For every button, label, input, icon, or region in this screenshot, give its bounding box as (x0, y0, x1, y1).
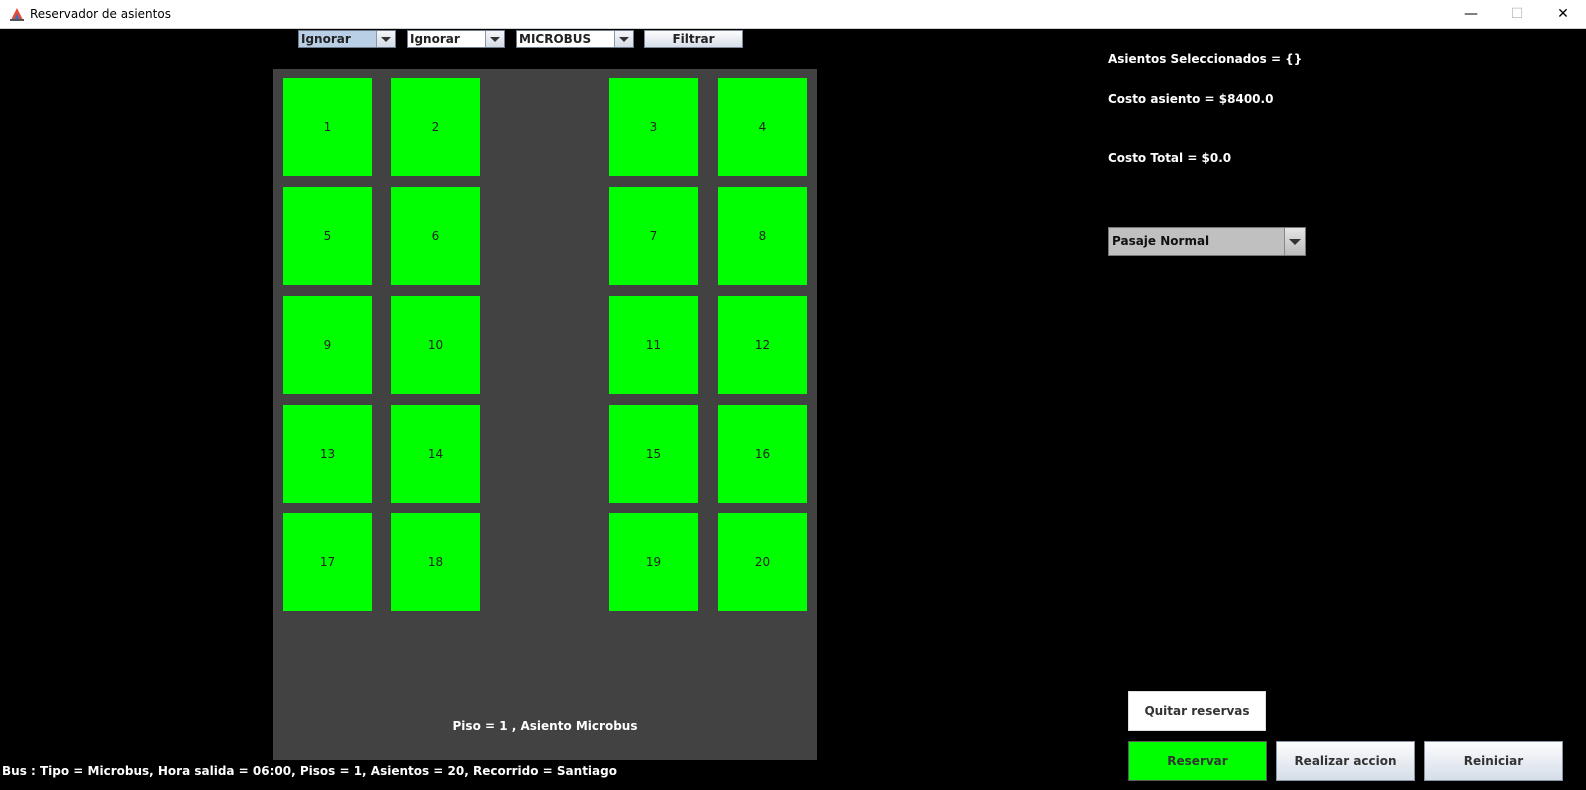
chevron-down-icon[interactable] (614, 31, 633, 47)
chevron-down-icon[interactable] (376, 31, 395, 47)
filter-combo-2[interactable]: Ignorar (407, 30, 505, 48)
seat-button[interactable]: 18 (391, 513, 480, 611)
seat-button[interactable]: 12 (718, 296, 807, 394)
filter-combo-2-value: Ignorar (408, 31, 486, 47)
bus-seat-panel: 1 2 3 4 5 6 7 8 9 10 11 12 13 14 15 16 1… (273, 69, 817, 760)
total-cost-label: Costo Total = $0.0 (1108, 151, 1232, 165)
window-title: Reservador de asientos (30, 7, 171, 21)
chevron-down-icon[interactable] (1284, 228, 1305, 255)
ticket-type-value: Pasaje Normal (1112, 234, 1210, 248)
ticket-type-select[interactable]: Pasaje Normal (1108, 227, 1306, 256)
seat-button[interactable]: 15 (609, 405, 698, 503)
maximize-button[interactable]: ☐ (1494, 0, 1540, 28)
seat-button[interactable]: 16 (718, 405, 807, 503)
restart-button[interactable]: Reiniciar (1424, 741, 1563, 781)
seat-button[interactable]: 17 (283, 513, 372, 611)
seat-button[interactable]: 8 (718, 187, 807, 285)
seat-button[interactable]: 2 (391, 78, 480, 176)
seat-button[interactable]: 10 (391, 296, 480, 394)
filter-combo-1[interactable]: Ignorar (298, 30, 396, 48)
filter-combo-1-value: Ignorar (299, 31, 377, 47)
seat-button[interactable]: 19 (609, 513, 698, 611)
seat-button[interactable]: 1 (283, 78, 372, 176)
filter-combo-3[interactable]: MICROBUS (516, 30, 634, 48)
filter-button[interactable]: Filtrar (644, 30, 743, 48)
filter-combo-3-value: MICROBUS (517, 31, 615, 47)
seat-button[interactable]: 20 (718, 513, 807, 611)
chevron-down-icon[interactable] (485, 31, 504, 47)
title-bar: Reservador de asientos — ☐ ✕ (0, 0, 1586, 29)
seat-cost-label: Costo asiento = $8400.0 (1108, 92, 1274, 106)
seat-button[interactable]: 11 (609, 296, 698, 394)
floor-label: Piso = 1 , Asiento Microbus (452, 719, 638, 733)
remove-reservations-button[interactable]: Quitar reservas (1128, 691, 1266, 731)
seat-button[interactable]: 13 (283, 405, 372, 503)
selected-seats-label: Asientos Seleccionados = {} (1108, 52, 1303, 66)
perform-action-button[interactable]: Realizar accion (1276, 741, 1415, 781)
seat-button[interactable]: 14 (391, 405, 480, 503)
seat-button[interactable]: 5 (283, 187, 372, 285)
close-button[interactable]: ✕ (1540, 0, 1586, 28)
reserve-button[interactable]: Reservar (1128, 741, 1267, 781)
seat-button[interactable]: 3 (609, 78, 698, 176)
seat-button[interactable]: 9 (283, 296, 372, 394)
bus-status-text: Bus : Tipo = Microbus, Hora salida = 06:… (2, 764, 617, 778)
seat-button[interactable]: 6 (391, 187, 480, 285)
minimize-button[interactable]: — (1448, 0, 1494, 28)
java-app-icon (9, 6, 25, 22)
seat-button[interactable]: 4 (718, 78, 807, 176)
seat-button[interactable]: 7 (609, 187, 698, 285)
